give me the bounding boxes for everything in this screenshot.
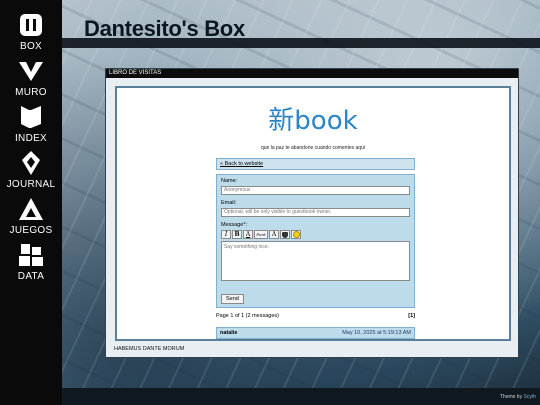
page-link[interactable]: [1] bbox=[408, 313, 415, 319]
book-icon bbox=[21, 106, 41, 128]
nav-box[interactable]: BOX bbox=[0, 12, 62, 52]
sidebar: BOX MURO INDEX JOURNAL JUEGOS DATA bbox=[0, 0, 62, 405]
format-toolbar: I B A Font A bbox=[221, 230, 410, 239]
email-label: Email: bbox=[221, 200, 237, 206]
send-button[interactable]: Send bbox=[221, 294, 244, 304]
font-button[interactable]: Font bbox=[254, 230, 268, 239]
text-color-button[interactable]: A bbox=[269, 230, 279, 239]
message-textarea[interactable]: Say something nice. bbox=[221, 241, 410, 281]
guestbook-logo: 新book bbox=[268, 106, 358, 136]
panel-header: LIBRO DE VISITAS bbox=[106, 69, 518, 78]
triangle-icon bbox=[19, 198, 43, 220]
entry-header: natalie May 10, 2025 at 5:19:13 AM bbox=[216, 327, 415, 339]
nav-muro[interactable]: MURO bbox=[0, 58, 62, 98]
guestbook-tagline: que la paz te abandone cuando comentes a… bbox=[261, 145, 365, 151]
nav-label-juegos: JUEGOS bbox=[9, 225, 53, 236]
entry-date: May 10, 2025 at 5:19:13 AM bbox=[342, 330, 411, 336]
back-to-website-link[interactable]: « Back to website bbox=[220, 161, 263, 167]
credit-link[interactable]: Scyth bbox=[523, 394, 536, 400]
guestbook-form: Name: Anonymous Email: Optional, will be… bbox=[216, 174, 415, 308]
guestbook-frame[interactable]: 新book que la paz te abandone cuando come… bbox=[115, 86, 511, 341]
nav-journal[interactable]: JOURNAL bbox=[0, 150, 62, 190]
nav-juegos[interactable]: JUEGOS bbox=[0, 196, 62, 236]
nav-label-box: BOX bbox=[19, 41, 43, 52]
pagination: Page 1 of 1 (2 messages) [1] bbox=[216, 313, 415, 322]
footer-band bbox=[62, 388, 540, 405]
nav-label-journal: JOURNAL bbox=[6, 179, 56, 190]
underline-button[interactable]: A bbox=[243, 230, 253, 239]
name-label: Name: bbox=[221, 178, 238, 184]
nav-label-data: DATA bbox=[17, 271, 45, 282]
message-label: Message*: bbox=[221, 222, 247, 228]
pen-nib-icon bbox=[22, 151, 40, 175]
blocks-icon bbox=[19, 244, 43, 266]
bucket-icon bbox=[282, 232, 288, 238]
pagination-text: Page 1 of 1 (2 messages) bbox=[216, 313, 279, 319]
nav-label-index: INDEX bbox=[14, 133, 48, 144]
nav-index[interactable]: INDEX bbox=[0, 104, 62, 144]
name-input[interactable]: Anonymous bbox=[221, 186, 410, 195]
entry-author: natalie bbox=[220, 330, 238, 336]
smiley-icon bbox=[292, 231, 300, 238]
italic-button[interactable]: I bbox=[221, 230, 231, 239]
panel-footer: HABEMUS DANTE MORUM bbox=[114, 346, 185, 352]
guestbook-panel: LIBRO DE VISITAS 新book que la paz te aba… bbox=[105, 68, 519, 358]
box-logo-icon bbox=[20, 14, 42, 36]
bold-button[interactable]: B bbox=[232, 230, 242, 239]
nav-data[interactable]: DATA bbox=[0, 242, 62, 282]
emoji-button[interactable] bbox=[291, 230, 301, 239]
credit-prefix: Theme by bbox=[499, 394, 524, 400]
fill-bucket-button[interactable] bbox=[280, 230, 290, 239]
email-input[interactable]: Optional, will be only visible to guestb… bbox=[221, 208, 410, 217]
theme-credit: Theme by Scyth bbox=[500, 394, 536, 400]
chevron-down-icon bbox=[19, 62, 43, 81]
site-title: Dantesito's Box bbox=[84, 16, 245, 41]
back-bar: « Back to website bbox=[216, 158, 415, 170]
nav-label-muro: MURO bbox=[15, 87, 47, 98]
